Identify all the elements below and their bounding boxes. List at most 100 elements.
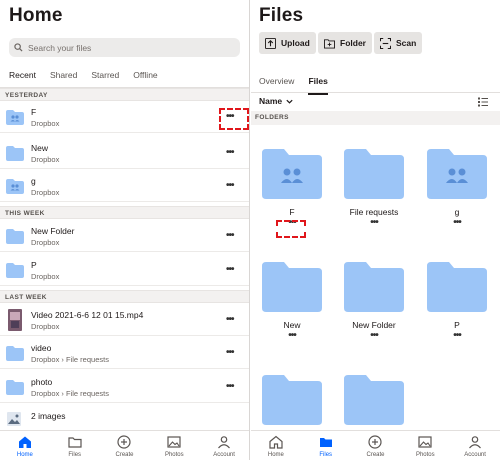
folder-tile[interactable]: F ••• [262, 147, 322, 228]
nav-label: Files [319, 452, 333, 458]
folder-plus-icon [324, 38, 335, 49]
nav-label: Home [16, 452, 33, 458]
folder-tile[interactable]: File requests ••• [344, 147, 404, 228]
list-item[interactable]: Video 2021-6-6 12 01 15.mp4 Dropbox ••• [0, 305, 249, 336]
more-options-button[interactable]: ••• [226, 347, 234, 358]
item-name: 2 images [31, 411, 66, 421]
nav-label: Account [464, 452, 486, 458]
chevron-down-icon [286, 99, 293, 104]
highlight-box [276, 220, 306, 238]
sort-dropdown[interactable]: Name [259, 96, 294, 106]
more-options-button[interactable]: ••• [226, 264, 234, 275]
page-title: Home [9, 5, 63, 26]
list-item[interactable]: g Dropbox ••• [0, 171, 249, 202]
shared-folder-icon [6, 179, 24, 194]
more-options-button[interactable]: ••• [427, 330, 487, 341]
folder-tile[interactable]: New Folder ••• [344, 260, 404, 341]
nav-label: Photos [164, 452, 184, 458]
scan-button[interactable]: Scan [374, 32, 423, 54]
nav-label: Files [68, 452, 82, 458]
nav-home[interactable]: Home [251, 431, 301, 460]
folder-icon [319, 438, 332, 447]
home-icon [269, 435, 283, 449]
more-options-button[interactable]: ••• [427, 217, 487, 228]
nav-files[interactable]: Files [301, 431, 351, 460]
nav-label: Create [366, 452, 385, 458]
folder-icon [427, 262, 487, 312]
more-options-button[interactable]: ••• [226, 180, 234, 191]
folder-tile[interactable] [262, 373, 322, 428]
item-location: Dropbox [31, 238, 60, 247]
nav-photos[interactable]: Photos [149, 431, 199, 460]
item-name: P [31, 260, 37, 270]
item-name: photo [31, 377, 53, 387]
more-options-button[interactable]: ••• [226, 314, 234, 325]
folder-tile[interactable]: P ••• [427, 260, 487, 341]
folder-icon [68, 437, 82, 448]
folder-icon [6, 229, 24, 244]
search-placeholder: Search your files [28, 42, 92, 53]
shared-folder-icon [427, 149, 487, 199]
nav-create[interactable]: Create [351, 431, 401, 460]
account-icon [469, 436, 482, 449]
upload-label: Upload [281, 38, 310, 48]
video-thumbnail [8, 309, 22, 331]
item-location: Dropbox [31, 119, 60, 128]
item-name: F [31, 107, 37, 117]
nav-home[interactable]: Home [0, 431, 50, 460]
new-folder-button[interactable]: Folder [318, 32, 372, 54]
list-item[interactable]: New Folder Dropbox ••• [0, 221, 249, 252]
more-options-button[interactable]: ••• [226, 147, 234, 158]
folder-icon [262, 375, 322, 425]
folder-icon [344, 149, 404, 199]
nav-label: Create [115, 452, 134, 458]
folder-icon [6, 146, 24, 161]
item-name: video [31, 343, 52, 353]
list-item[interactable]: F Dropbox ••• [0, 102, 249, 133]
more-options-button[interactable]: ••• [226, 381, 234, 392]
nav-files[interactable]: Files [50, 431, 100, 460]
nav-account[interactable]: Account [199, 431, 249, 460]
item-location: Dropbox [31, 272, 60, 281]
list-item[interactable]: video Dropbox › File requests ••• [0, 338, 249, 369]
search-input[interactable]: Search your files [9, 38, 240, 57]
highlight-box [219, 108, 249, 130]
files-panel: Files Upload Folder Scan Overview Files … [251, 0, 500, 460]
nav-account[interactable]: Account [450, 431, 500, 460]
item-location: Dropbox [31, 188, 60, 197]
nav-create[interactable]: Create [100, 431, 150, 460]
plus-circle-icon [368, 435, 383, 449]
list-item[interactable]: New Dropbox ••• [0, 138, 249, 169]
item-name: New Folder [31, 226, 75, 236]
list-item[interactable]: photo Dropbox › File requests ••• [0, 372, 249, 403]
folder-tile[interactable]: New ••• [262, 260, 322, 341]
upload-button[interactable]: Upload [259, 32, 316, 54]
nav-label: Account [213, 452, 235, 458]
folder-icon [6, 263, 24, 278]
item-name: Video 2021-6-6 12 01 15.mp4 [31, 310, 144, 320]
item-name: g [31, 176, 36, 186]
home-panel: Home Search your files Recent Shared Sta… [0, 0, 250, 460]
item-location: Dropbox › File requests [31, 389, 109, 398]
folder-icon [6, 380, 24, 395]
more-options-button[interactable]: ••• [344, 217, 404, 228]
folder-icon [6, 346, 24, 361]
folder-name: P [454, 320, 460, 330]
more-options-button[interactable]: ••• [262, 330, 322, 341]
nav-photos[interactable]: Photos [400, 431, 450, 460]
more-options-button[interactable]: ••• [226, 230, 234, 241]
folder-tile[interactable] [344, 373, 404, 428]
shared-folder-icon [6, 110, 24, 125]
list-item[interactable]: P Dropbox ••• [0, 255, 249, 286]
list-view-icon[interactable] [478, 97, 488, 107]
sort-label: Name [259, 96, 283, 106]
divider [251, 92, 500, 93]
scan-label: Scan [396, 38, 417, 48]
photos-icon [418, 436, 432, 448]
item-location: Dropbox [31, 155, 60, 164]
more-options-button[interactable]: ••• [344, 330, 404, 341]
section-yesterday: YESTERDAY [0, 88, 249, 101]
page-title: Files [259, 5, 304, 26]
folder-icon [344, 262, 404, 312]
folder-tile[interactable]: g ••• [427, 147, 487, 228]
